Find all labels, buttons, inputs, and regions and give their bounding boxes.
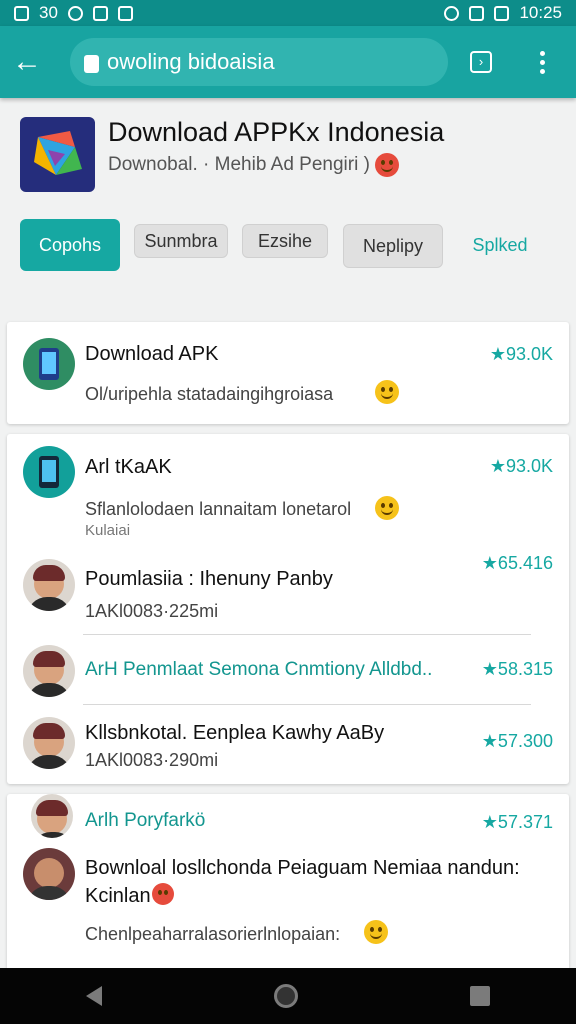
rating-badge: ★93.0K [489, 344, 553, 364]
wifi-icon [469, 5, 485, 21]
url-text: owoling bidoaisia [107, 49, 275, 74]
list-card: Arlh Poryfarkö ★57.371 Bownloal losllcho… [7, 794, 569, 968]
status-time: 10:25 [519, 3, 562, 22]
app-logo-icon[interactable] [20, 117, 95, 192]
list-item[interactable]: Bownloal losllchonda Peiaguam Nemiaa nan… [7, 848, 569, 968]
list-item-title: Arlh Poryfarkö [85, 810, 206, 831]
notification-icon [14, 5, 29, 21]
rating-badge: ★93.0K [489, 456, 553, 476]
page-title: Download APPKx Indonesia [108, 117, 445, 147]
lock-icon [84, 55, 99, 73]
nav-home-icon[interactable] [274, 984, 298, 1008]
list-item-extra: Kulaiai [85, 522, 131, 539]
avatar [31, 794, 73, 838]
list-item-title: Download APK [85, 343, 219, 365]
list-item-subtitle: 1AKl0083·225mi [85, 601, 219, 621]
record-icon [67, 5, 83, 21]
avatar [23, 717, 75, 769]
message-icon [117, 5, 133, 21]
app-thumbnail-icon [23, 338, 75, 390]
nav-recents-icon[interactable] [470, 986, 490, 1006]
chip-splked[interactable]: Splked [455, 219, 545, 271]
rating-badge: ★57.300 [481, 731, 553, 751]
list-item-title: Bownloal losllchonda Peiaguam Nemiaa nan… [85, 857, 520, 907]
avatar [23, 645, 75, 697]
rating-badge: ★58.315 [481, 659, 553, 679]
rating-badge: ★65.416 [481, 553, 553, 573]
chip-sunmbra[interactable]: Sunmbra [134, 224, 228, 258]
avatar [23, 559, 75, 611]
list-item[interactable]: Arl tKaAK ★93.0K Sflanlolodaen lannaitam… [7, 434, 569, 549]
status-bar: 30 10:25 [0, 0, 576, 26]
smile-emoji-icon [364, 920, 388, 944]
page-subtitle: Downobal. · Mehib Ad Pengiri ) [108, 153, 400, 177]
address-bar[interactable]: owoling bidoaisia [70, 38, 448, 86]
tab-switcher-icon[interactable]: › [470, 51, 492, 73]
status-left-text: 30 [39, 3, 58, 22]
avatar [23, 848, 75, 900]
list-item[interactable]: Arlh Poryfarkö ★57.371 [7, 794, 569, 848]
back-arrow-icon[interactable]: ← [12, 47, 56, 77]
list-item-subtitle: 1AKl0083·290mi [85, 750, 219, 770]
smile-emoji-icon [375, 380, 399, 404]
list-item[interactable]: ArH Penmlaat Semona Cnmtiony Alldbd.. ★5… [7, 635, 569, 705]
list-item-subtitle: Chenlpeaharralasorierlnlopaian: [85, 924, 341, 944]
browser-toolbar: ← owoling bidoaisia › [0, 26, 576, 98]
list-item-title: Poumlasiia : Ihenuny Panby [85, 568, 333, 590]
list-item[interactable]: ★65.416 Poumlasiia : Ihenuny Panby 1AKl0… [7, 549, 569, 635]
list-item-subtitle: Sflanlolodaen lannaitam lonetarol [85, 499, 352, 519]
emoji-icon [375, 153, 400, 177]
page-subtitle-text: Downobal. · Mehib Ad Pengiri ) [108, 154, 370, 176]
nav-back-icon[interactable] [86, 986, 102, 1006]
list-card: Arl tKaAK ★93.0K Sflanlolodaen lannaitam… [7, 434, 569, 784]
list-item[interactable]: Download APK ★93.0K Ol/uripehla statadai… [7, 322, 569, 424]
chip-copohs[interactable]: Copohs [20, 219, 120, 271]
system-nav-bar [0, 968, 576, 1024]
overflow-menu-icon[interactable] [540, 50, 545, 74]
list-item-subtitle: Ol/uripehla statadaingihgroiasa [85, 384, 334, 404]
app-thumbnail-icon [23, 446, 75, 498]
chip-ezsihe[interactable]: Ezsihe [242, 224, 328, 258]
smile-emoji-icon [375, 496, 399, 520]
list-item[interactable]: Kllsbnkotal. Eenplea Kawhy AaBy ★57.300 … [7, 705, 569, 784]
heart-emoji-icon [152, 883, 174, 905]
list-item-title: ArH Penmlaat Semona Cnmtiony Alldbd.. [85, 659, 433, 680]
signal-icon [494, 5, 510, 21]
list-item-title: Kllsbnkotal. Eenplea Kawhy AaBy [85, 722, 385, 744]
rating-badge: ★57.371 [481, 812, 553, 832]
filter-chips: Copohs Sunmbra Ezsihe Neplipy Splked [20, 219, 556, 271]
chip-neplipy[interactable]: Neplipy [343, 224, 443, 268]
app-header: Download APPKx Indonesia Downobal. · Meh… [20, 117, 556, 197]
list-item-title: Arl tKaAK [85, 456, 172, 478]
alarm-icon [444, 5, 460, 21]
bluetooth-icon [92, 5, 108, 21]
